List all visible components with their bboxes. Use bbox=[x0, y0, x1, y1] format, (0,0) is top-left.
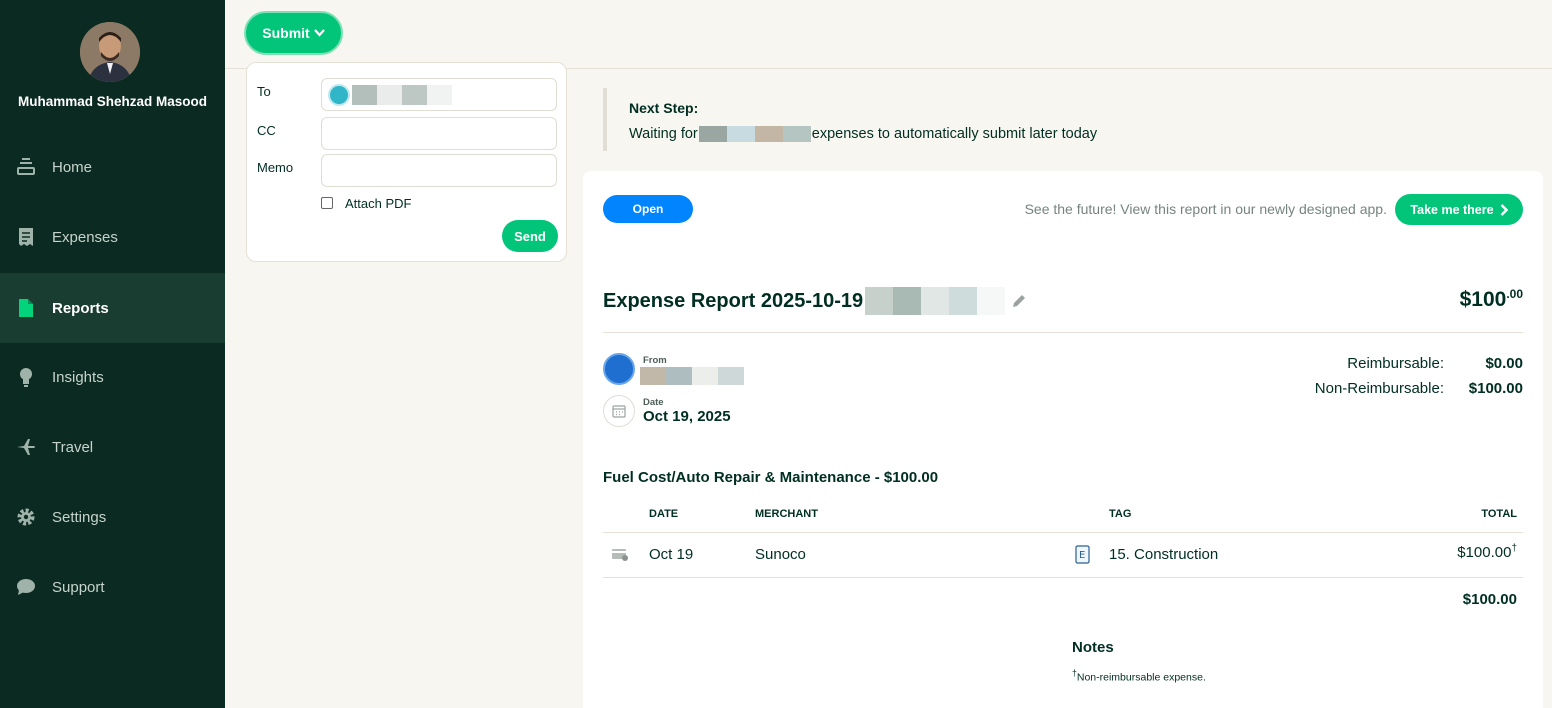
date-value: Oct 19, 2025 bbox=[643, 408, 731, 425]
sidebar-item-label: Support bbox=[52, 578, 105, 596]
e-receipt-icon[interactable]: E bbox=[1075, 545, 1090, 564]
sidebar-item-settings[interactable]: Settings bbox=[0, 482, 225, 552]
document-icon bbox=[16, 298, 36, 318]
report-title: Expense Report 2025-10-19 bbox=[603, 287, 1027, 315]
to-field[interactable] bbox=[321, 78, 557, 111]
row-tag: 15. Construction bbox=[1109, 546, 1219, 563]
header-divider bbox=[603, 332, 1523, 333]
submit-button-label: Submit bbox=[262, 25, 310, 41]
sidebar-item-insights[interactable]: Insights bbox=[0, 342, 225, 412]
reimbursable-label: Reimbursable: bbox=[1347, 355, 1444, 372]
report-header-bar bbox=[225, 0, 1552, 69]
sidebar-item-label: Travel bbox=[52, 438, 94, 456]
edit-pencil-icon[interactable] bbox=[1011, 293, 1027, 309]
to-label: To bbox=[257, 84, 271, 99]
chevron-right-icon bbox=[1500, 203, 1508, 216]
sidebar-item-label: Expenses bbox=[52, 228, 118, 246]
column-header-total: TOTAL bbox=[1481, 508, 1517, 520]
notes-text-body: Non-reimbursable expense. bbox=[1076, 671, 1206, 684]
report-card: Open See the future! View this report in… bbox=[583, 171, 1543, 708]
chevron-down-icon bbox=[313, 29, 325, 37]
from-label: From bbox=[643, 355, 667, 366]
next-step-title: Next Step: bbox=[629, 100, 699, 116]
svg-text:E: E bbox=[1079, 550, 1085, 561]
sidebar-item-label: Home bbox=[52, 158, 93, 176]
attach-pdf-label: Attach PDF bbox=[345, 196, 412, 211]
table-header-divider bbox=[603, 532, 1523, 533]
send-button[interactable]: Send bbox=[502, 220, 558, 252]
next-step-text: Waiting for expenses to automatically su… bbox=[629, 126, 1203, 142]
report-total-cents: .00 bbox=[1506, 287, 1523, 301]
report-total: $100.00 bbox=[1460, 287, 1523, 312]
report-title-redacted bbox=[865, 287, 1006, 315]
card-transaction-icon bbox=[612, 549, 628, 561]
sidebar-item-reports[interactable]: Reports bbox=[0, 273, 225, 343]
date-label: Date bbox=[643, 397, 664, 408]
notes-title: Notes bbox=[1072, 639, 1114, 656]
sidebar-item-label: Reports bbox=[52, 299, 109, 317]
take-me-there-label: Take me there bbox=[1410, 202, 1494, 217]
submitter-avatar bbox=[603, 353, 635, 385]
home-icon bbox=[16, 157, 36, 177]
next-step-banner: Next Step: Waiting for expenses to autom… bbox=[603, 88, 1203, 151]
column-header-tag: TAG bbox=[1109, 508, 1132, 520]
cc-label: CC bbox=[257, 123, 276, 138]
sidebar-item-label: Insights bbox=[52, 368, 104, 386]
status-badge: Open bbox=[603, 195, 693, 223]
gear-icon bbox=[16, 507, 36, 527]
sidebar: Muhammad Shehzad Masood Home Expenses Re… bbox=[0, 0, 225, 708]
next-step-prefix: Waiting for bbox=[629, 126, 698, 142]
take-me-there-button[interactable]: Take me there bbox=[1395, 194, 1523, 225]
cc-field[interactable] bbox=[321, 117, 557, 150]
submit-popover: To CC Memo Attach PDF Send bbox=[246, 62, 567, 262]
column-header-merchant: MERCHANT bbox=[755, 508, 818, 520]
report-total-dollars: $100 bbox=[1459, 288, 1507, 311]
calendar-icon bbox=[603, 395, 635, 427]
receipt-icon bbox=[16, 227, 36, 247]
memo-field[interactable] bbox=[321, 154, 557, 187]
sidebar-item-expenses[interactable]: Expenses bbox=[0, 202, 225, 272]
sidebar-item-home[interactable]: Home bbox=[0, 132, 225, 202]
lightbulb-icon bbox=[16, 367, 36, 387]
memo-label: Memo bbox=[257, 160, 294, 175]
row-merchant: Sunoco bbox=[755, 546, 806, 563]
approver-name-redacted bbox=[698, 126, 811, 142]
notes-text: †Non-reimbursable expense. bbox=[1072, 668, 1206, 684]
user-avatar[interactable] bbox=[80, 22, 140, 82]
row-total: $100.00† bbox=[1457, 543, 1517, 561]
recipient-avatar bbox=[328, 84, 350, 106]
recipient-name-redacted bbox=[352, 85, 452, 105]
promo-text: See the future! View this report in our … bbox=[1024, 201, 1387, 217]
user-name: Muhammad Shehzad Masood bbox=[17, 94, 208, 109]
sidebar-item-label: Settings bbox=[52, 508, 107, 526]
submitter-name-redacted bbox=[640, 367, 744, 385]
category-heading: Fuel Cost/Auto Repair & Maintenance - $1… bbox=[603, 469, 939, 486]
table-row-divider bbox=[603, 577, 1523, 578]
sidebar-item-support[interactable]: Support bbox=[0, 552, 225, 622]
non-reimbursable-label: Non-Reimbursable: bbox=[1314, 380, 1444, 397]
chat-bubble-icon bbox=[16, 577, 36, 597]
attach-pdf-checkbox[interactable] bbox=[321, 197, 333, 209]
report-title-text: Expense Report 2025-10-19 bbox=[603, 289, 864, 312]
next-step-suffix: expenses to automatically submit later t… bbox=[811, 126, 1098, 142]
row-date: Oct 19 bbox=[649, 546, 694, 563]
plane-icon bbox=[16, 437, 36, 457]
non-reimbursable-value: $100.00 bbox=[1468, 380, 1523, 397]
reimbursable-value: $0.00 bbox=[1485, 355, 1523, 372]
sidebar-item-travel[interactable]: Travel bbox=[0, 412, 225, 482]
row-footnote-mark: † bbox=[1511, 543, 1517, 554]
grand-total: $100.00 bbox=[1462, 591, 1517, 608]
row-total-amount: $100.00 bbox=[1457, 544, 1512, 561]
submit-button[interactable]: Submit bbox=[244, 11, 343, 55]
column-header-date: DATE bbox=[649, 508, 679, 520]
